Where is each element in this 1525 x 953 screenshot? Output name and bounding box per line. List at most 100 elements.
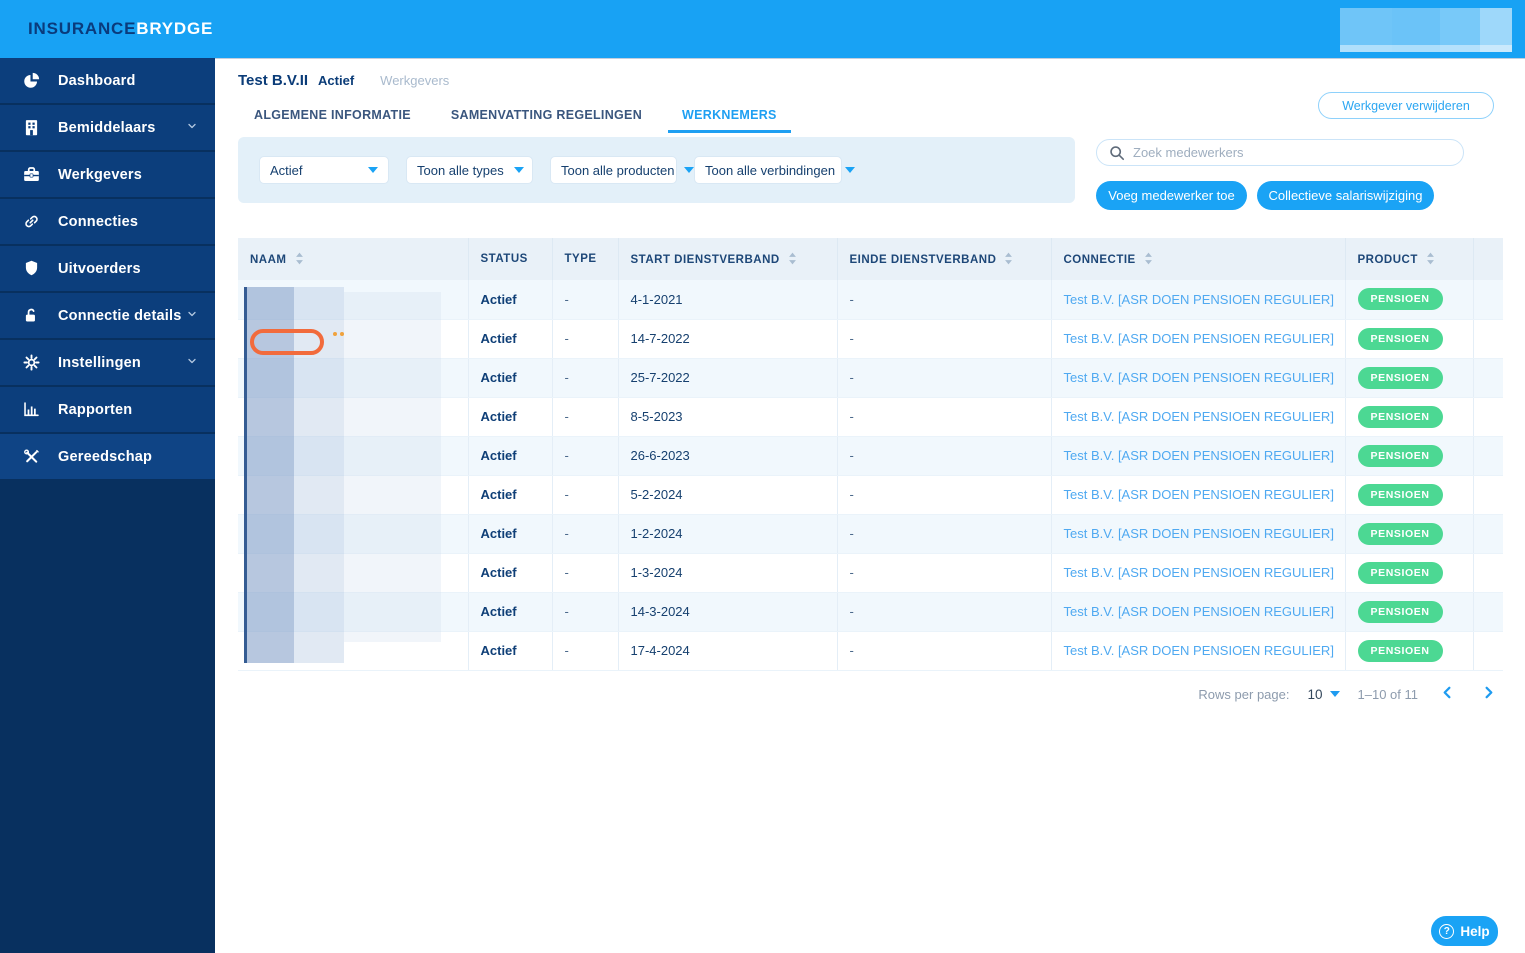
table-row[interactable]: Actief -8-5-2023- Test B.V. [ASR DOEN PENS… [238,397,1503,437]
chevron-down-icon [684,167,695,173]
cell-extra [1473,553,1503,593]
cell-product: PENSIOEN [1345,475,1474,515]
cell-extra [1473,397,1503,437]
chevron-down-icon [186,355,198,371]
sidebar-item-label: Instellingen [58,354,141,371]
rows-per-page-select[interactable]: 10 [1307,686,1340,702]
column-header-type: TYPE [552,238,619,280]
cell-extra [1473,319,1503,359]
cell-status: Actief [468,553,553,593]
table-row[interactable]: Actief -1-3-2024- Test B.V. [ASR DOEN PENS… [238,553,1503,593]
sidebar-item-label: Rapporten [58,401,133,418]
pagination-range: 1–10 of 11 [1357,686,1418,702]
sidebar-item-connecties[interactable]: Connecties [0,199,215,244]
cell-product: PENSIOEN [1345,436,1474,476]
chevron-left-icon [1443,686,1451,699]
logo-text-secondary: BRYDGE [136,19,214,38]
table-row[interactable]: Actief -1-2-2024- Test B.V. [ASR DOEN PENS… [238,514,1503,554]
cell-start-date: 25-7-2022 [618,358,838,398]
tab-werknemers[interactable]: WERKNEMERS [668,106,791,133]
table-row[interactable]: Actief -5-2-2024- Test B.V. [ASR DOEN PENS… [238,475,1503,515]
help-button[interactable]: ? Help [1431,916,1498,946]
cell-end-date: - [837,553,1052,593]
cell-start-date: 1-3-2024 [618,553,838,593]
table-row[interactable]: Actief -26-6-2023- Test B.V. [ASR DOEN PEN… [238,436,1503,476]
cell-product: PENSIOEN [1345,553,1474,593]
sidebar-item-instellingen[interactable]: Instellingen [0,340,215,385]
column-header-status: STATUS [468,238,553,280]
column-header-connectie[interactable]: CONNECTIE [1051,238,1346,280]
column-header-start-dienstverband[interactable]: START DIENSTVERBAND [618,238,838,280]
connection-link[interactable]: Test B.V. [ASR DOEN PENSIOEN REGULIER] [1064,292,1334,307]
connection-link[interactable]: Test B.V. [ASR DOEN PENSIOEN REGULIER] [1064,643,1334,658]
tab-samenvatting-regelingen[interactable]: SAMENVATTING REGELINGEN [437,106,656,133]
connection-link[interactable]: Test B.V. [ASR DOEN PENSIOEN REGULIER] [1064,409,1334,424]
table-row[interactable]: Actief -14-3-2024- Test B.V. [ASR DOEN PEN… [238,592,1503,632]
add-employee-button[interactable]: Voeg medewerker toe [1096,181,1247,210]
cell-end-date: - [837,514,1052,554]
cell-connection: Test B.V. [ASR DOEN PENSIOEN REGULIER] [1051,592,1346,632]
table-row[interactable]: Actief -4-1-2021- Test B.V. [ASR DOEN PENS… [238,280,1503,320]
column-header-einde-dienstverband[interactable]: EINDE DIENSTVERBAND [837,238,1052,280]
tools-icon [21,447,41,467]
sidebar-item-dashboard[interactable]: Dashboard [0,58,215,103]
product-badge: PENSIOEN [1357,522,1443,545]
cell-connection: Test B.V. [ASR DOEN PENSIOEN REGULIER] [1051,397,1346,437]
cell-type: - [552,358,619,398]
filter-connections-dropdown[interactable]: Toon alle verbindingen [694,156,856,184]
cell-start-date: 4-1-2021 [618,280,838,320]
filter-types-dropdown[interactable]: Toon alle types [406,156,533,184]
table-row[interactable]: Actief -25-7-2022- Test B.V. [ASR DOEN PEN… [238,358,1503,398]
rows-per-page-value: 10 [1307,686,1323,702]
chevron-down-icon [1329,691,1340,697]
cell-status: Actief [468,358,553,398]
collective-salary-button[interactable]: Collectieve salariswijziging [1257,181,1434,210]
filter-products-dropdown[interactable]: Toon alle producten [550,156,695,184]
table-row[interactable]: Actief -14-7-2022- Test B.V. [ASR DOEN PEN… [238,319,1503,359]
cell-end-date: - [837,631,1052,671]
sidebar-item-werkgevers[interactable]: Werkgevers [0,152,215,197]
table-row[interactable]: Actief -17-4-2024- Test B.V. [ASR DOEN PEN… [238,631,1503,671]
pagination: Rows per page: 10 1–10 of 11 [1198,681,1500,707]
column-header-label: CONNECTIE [1063,254,1136,266]
cell-end-date: - [837,436,1052,476]
sidebar-item-uitvoerders[interactable]: Uitvoerders [0,246,215,291]
next-page-button[interactable] [1477,683,1500,705]
cell-name [238,592,469,632]
tab-algemene-informatie[interactable]: ALGEMENE INFORMATIE [240,106,425,133]
sidebar-item-gereedschap[interactable]: Gereedschap [0,434,215,479]
connection-link[interactable]: Test B.V. [ASR DOEN PENSIOEN REGULIER] [1064,526,1334,541]
filter-bar: Actief Toon alle types Toon alle product… [238,137,1075,203]
cell-status: Actief [468,280,553,320]
sidebar-item-label: Dashboard [58,72,136,89]
previous-page-button[interactable] [1436,683,1459,705]
cell-extra [1473,631,1503,671]
sidebar-item-rapporten[interactable]: Rapporten [0,387,215,432]
connection-link[interactable]: Test B.V. [ASR DOEN PENSIOEN REGULIER] [1064,331,1334,346]
connection-link[interactable]: Test B.V. [ASR DOEN PENSIOEN REGULIER] [1064,604,1334,619]
column-header-extra [1473,238,1503,280]
cell-type: - [552,553,619,593]
cell-status: Actief [468,319,553,359]
sidebar-item-bemiddelaars[interactable]: Bemiddelaars [0,105,215,150]
cell-product: PENSIOEN [1345,514,1474,554]
sidebar-item-connectie-details[interactable]: Connectie details [0,293,215,338]
column-header-product[interactable]: PRODUCT [1345,238,1474,280]
cell-start-date: 26-6-2023 [618,436,838,476]
cell-type: - [552,436,619,476]
filter-status-dropdown[interactable]: Actief [259,156,389,184]
sidebar-item-label: Connecties [58,213,139,230]
breadcrumb[interactable]: Werkgevers [380,73,449,88]
cell-product: PENSIOEN [1345,280,1474,320]
cell-connection: Test B.V. [ASR DOEN PENSIOEN REGULIER] [1051,319,1346,359]
column-header-naam[interactable]: NAAM [238,238,469,280]
search-input[interactable] [1133,145,1453,160]
connection-link[interactable]: Test B.V. [ASR DOEN PENSIOEN REGULIER] [1064,370,1334,385]
connection-link[interactable]: Test B.V. [ASR DOEN PENSIOEN REGULIER] [1064,565,1334,580]
connection-link[interactable]: Test B.V. [ASR DOEN PENSIOEN REGULIER] [1064,448,1334,463]
link-icon [21,212,41,232]
cell-name [238,631,469,671]
delete-employer-button[interactable]: Werkgever verwijderen [1318,92,1494,119]
cell-name [238,553,469,593]
connection-link[interactable]: Test B.V. [ASR DOEN PENSIOEN REGULIER] [1064,487,1334,502]
